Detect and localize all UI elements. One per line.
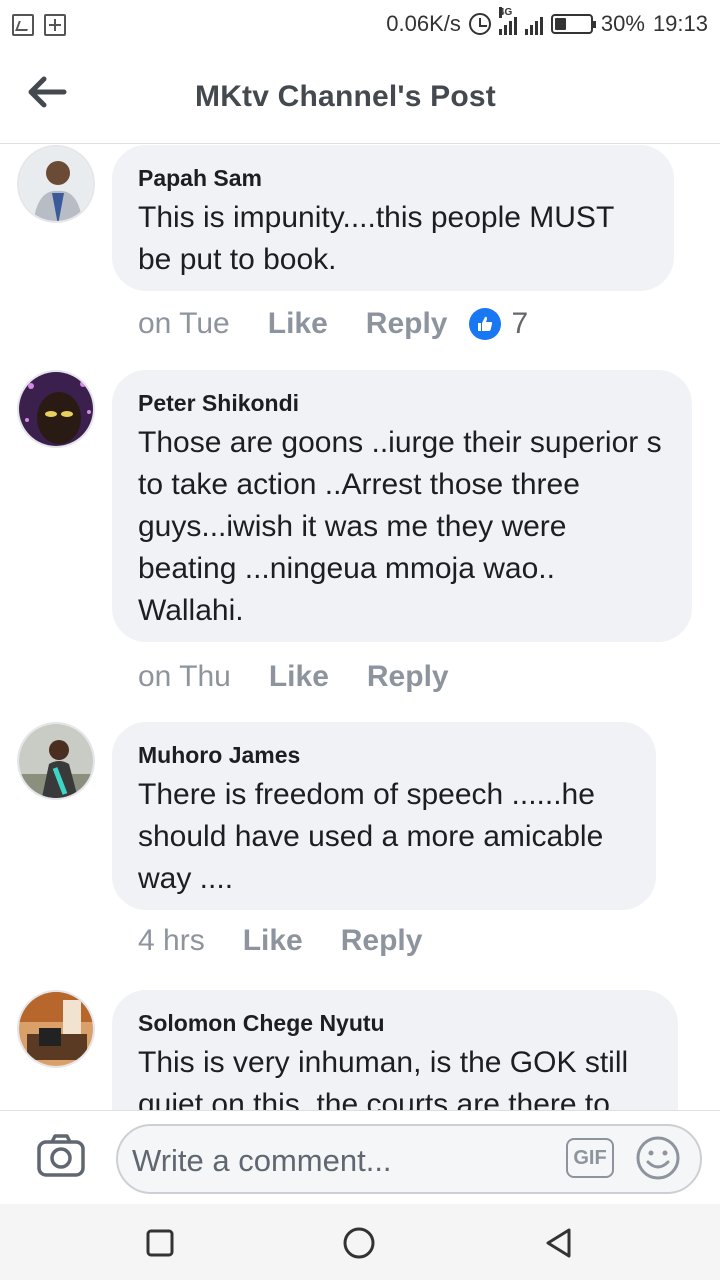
comment-bubble[interactable]: Peter Shikondi Those are goons ..iurge t…	[112, 370, 692, 642]
smiley-icon	[636, 1136, 680, 1180]
signal-icon: 4G	[498, 7, 517, 35]
like-button[interactable]: Like	[269, 660, 329, 694]
comment-list: Papah Sam This is impunity....this peopl…	[0, 145, 720, 1110]
camera-icon	[37, 1134, 85, 1177]
back-button[interactable]	[26, 72, 70, 112]
back-nav-button[interactable]	[542, 1226, 576, 1260]
comment-actions: on Thu Like Reply	[138, 660, 487, 694]
comment-author[interactable]: Peter Shikondi	[138, 388, 666, 418]
page-title: MKtv Channel's Post	[195, 80, 496, 113]
avatar[interactable]	[17, 370, 95, 448]
system-nav-bar	[0, 1204, 720, 1280]
clock: 19:13	[652, 11, 708, 36]
camera-button[interactable]	[36, 1133, 86, 1179]
avatar[interactable]	[17, 145, 95, 223]
comment-time[interactable]: on Thu	[138, 660, 231, 694]
reply-button[interactable]: Reply	[366, 307, 448, 341]
home-button[interactable]	[342, 1226, 376, 1260]
reply-button[interactable]: Reply	[367, 660, 449, 694]
avatar[interactable]	[17, 990, 95, 1068]
post-header: MKtv Channel's Post	[0, 50, 720, 144]
comment-text: This is impunity....this people MUST be …	[138, 201, 614, 276]
battery-icon	[550, 14, 596, 34]
comment-bubble[interactable]: Muhoro James There is freedom of speech …	[112, 722, 656, 910]
comment-time[interactable]: 4 hrs	[138, 924, 205, 958]
signal-icon-2	[524, 13, 543, 35]
comment-input[interactable]: Write a comment... GIF	[116, 1124, 702, 1194]
like-button[interactable]: Like	[268, 307, 328, 341]
status-indicators: 0.06K/s 4G 30% 19:13	[386, 7, 708, 37]
comment-author[interactable]: Muhoro James	[138, 740, 630, 770]
comment-author[interactable]: Papah Sam	[138, 163, 648, 193]
like-button[interactable]: Like	[243, 924, 303, 958]
recents-button[interactable]	[143, 1226, 177, 1260]
avatar[interactable]	[17, 722, 95, 800]
reply-button[interactable]: Reply	[341, 924, 423, 958]
emoji-button[interactable]	[634, 1134, 682, 1182]
notification-icons	[12, 14, 66, 36]
comment-text: There is freedom of speech ......he shou…	[138, 778, 604, 895]
alarm-icon	[468, 13, 491, 35]
triangle-back-icon	[546, 1228, 571, 1258]
status-bar: 0.06K/s 4G 30% 19:13	[0, 0, 720, 50]
reaction-count[interactable]: 7	[511, 307, 528, 341]
comment-actions: on Tue Like Reply 7	[138, 307, 528, 341]
network-type: 4G	[498, 7, 513, 18]
comment-bubble[interactable]: Solomon Chege Nyutu This is very inhuman…	[112, 990, 678, 1110]
thumbs-up-icon[interactable]	[469, 308, 502, 340]
arrow-left-icon	[28, 76, 67, 108]
comment-text: Those are goons ..iurge their superior s…	[138, 426, 662, 627]
net-speed: 0.06K/s	[386, 11, 461, 36]
square-icon	[146, 1229, 174, 1257]
battery-level: 30%	[600, 11, 645, 36]
comment-placeholder: Write a comment...	[132, 1143, 392, 1178]
circle-icon	[343, 1227, 375, 1259]
comment-time[interactable]: on Tue	[138, 307, 230, 341]
download-notification-icon	[44, 14, 66, 36]
comment-actions: 4 hrs Like Reply	[138, 924, 460, 958]
image-notification-icon	[12, 14, 34, 36]
comment-text: This is very inhuman, is the GOK still q…	[138, 1046, 629, 1110]
comment-composer: Write a comment... GIF	[0, 1110, 720, 1204]
comment-bubble[interactable]: Papah Sam This is impunity....this peopl…	[112, 145, 674, 291]
gif-button[interactable]: GIF	[566, 1138, 614, 1178]
comment-author[interactable]: Solomon Chege Nyutu	[138, 1008, 652, 1038]
